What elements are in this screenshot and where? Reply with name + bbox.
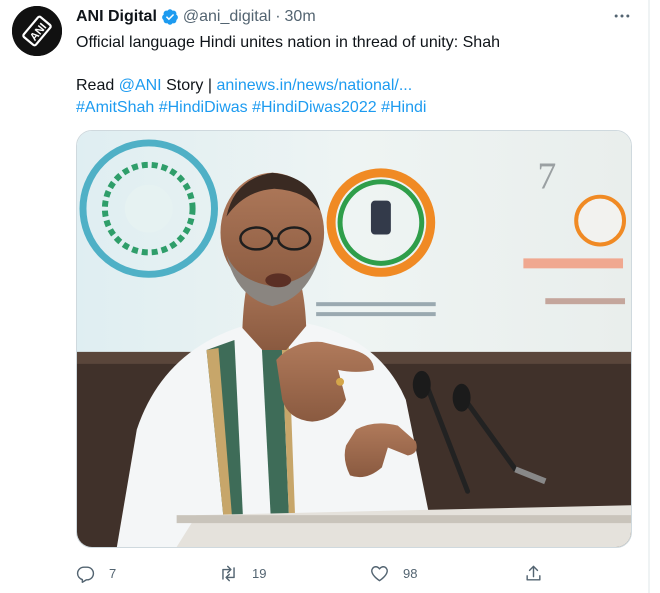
heart-icon	[371, 565, 388, 581]
more-horizontal-icon	[614, 14, 630, 18]
retweet-icon	[222, 565, 235, 581]
handle[interactable]: @ani_digital	[183, 8, 271, 26]
hashtag-link[interactable]: #HindiDiwas	[159, 99, 248, 116]
tweet-read-line: Read @ANI Story | aninews.in/news/nation…	[76, 75, 636, 97]
speaker-photo: 7	[77, 131, 631, 547]
mention-link[interactable]: @ANI	[119, 77, 162, 94]
share-icon	[526, 565, 541, 581]
story-word: Story |	[166, 77, 213, 94]
retweet-button[interactable]: 19	[219, 558, 266, 588]
avatar[interactable]: ANI	[12, 6, 62, 56]
reply-button[interactable]: 7	[76, 558, 116, 588]
hashtag-link[interactable]: #HindiDiwas2022	[252, 99, 377, 116]
retweet-count: 19	[252, 565, 267, 581]
more-options-button[interactable]	[608, 4, 636, 28]
tweet-headline: Official language Hindi unites nation in…	[76, 34, 500, 51]
read-prefix: Read	[76, 77, 115, 94]
ani-logo-icon: ANI	[12, 6, 62, 56]
separator-dot: ·	[275, 8, 281, 25]
like-count: 98	[403, 565, 418, 581]
display-name[interactable]: ANI Digital	[76, 8, 157, 26]
verified-badge-icon	[162, 9, 178, 25]
tweet-text: Official language Hindi unites nation in…	[76, 32, 636, 119]
hashtag-link[interactable]: #AmitShah	[76, 99, 154, 116]
share-button[interactable]	[524, 558, 543, 588]
hashtag-line: #AmitShah #HindiDiwas #HindiDiwas2022 #H…	[76, 97, 636, 119]
tweet-media-photo[interactable]: 7	[76, 130, 632, 548]
reply-count: 7	[109, 565, 117, 581]
tweet-header: ANI Digital @ani_digital · 30m	[76, 6, 316, 28]
like-button[interactable]: 98	[370, 558, 417, 588]
svg-text:7: 7	[537, 156, 556, 198]
tweet-actions: 7 19 98	[76, 558, 556, 588]
hashtag-link[interactable]: #Hindi	[381, 99, 426, 116]
story-url-link[interactable]: aninews.in/news/national/...	[216, 77, 412, 94]
timestamp[interactable]: 30m	[285, 8, 316, 26]
timeline-border	[648, 0, 650, 593]
reply-icon	[76, 565, 95, 583]
